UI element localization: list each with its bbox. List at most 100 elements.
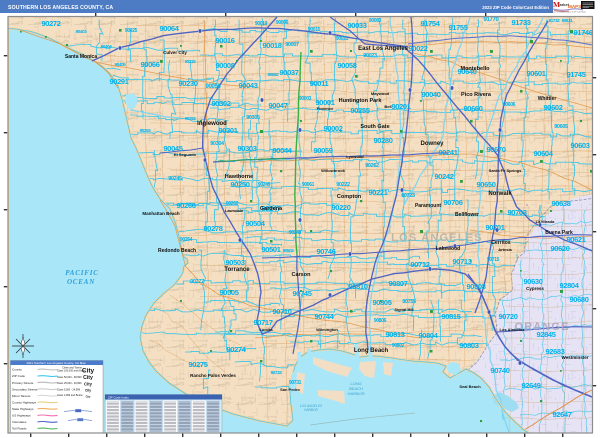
svg-text:91733: 91733	[511, 18, 530, 27]
svg-text:90255: 90255	[350, 106, 369, 115]
svg-text:SOUTHERN LOS ANGELES COUNTY, C: SOUTHERN LOS ANGELES COUNTY, CA	[8, 5, 113, 11]
svg-text:City: City	[84, 381, 93, 386]
svg-text:90745: 90745	[292, 289, 311, 298]
svg-text:Compton: Compton	[337, 194, 362, 200]
svg-text:90241: 90241	[438, 148, 457, 157]
svg-text:90230: 90230	[178, 79, 197, 88]
svg-text:County Highways: County Highways	[12, 401, 37, 405]
svg-text:90630: 90630	[523, 277, 542, 286]
svg-text:90016: 90016	[215, 36, 234, 45]
svg-text:90502: 90502	[283, 248, 295, 253]
svg-text:El Segundo: El Segundo	[174, 152, 197, 157]
svg-text:90717: 90717	[253, 318, 272, 327]
svg-text:90260: 90260	[226, 201, 239, 207]
svg-text:90003: 90003	[299, 96, 312, 102]
svg-text:Cerritos: Cerritos	[491, 240, 510, 246]
svg-text:90638: 90638	[551, 199, 570, 208]
svg-text:Seal Beach: Seal Beach	[459, 384, 481, 389]
svg-text:Lakewood: Lakewood	[436, 246, 460, 252]
svg-text:Inglewood: Inglewood	[197, 121, 227, 127]
svg-text:OCEAN: OCEAN	[67, 278, 95, 286]
svg-text:Artesia: Artesia	[498, 247, 512, 252]
svg-text:90404: 90404	[101, 44, 113, 49]
svg-text:90755: 90755	[402, 299, 416, 305]
svg-text:90703: 90703	[507, 208, 526, 217]
svg-text:Long Beach: Long Beach	[354, 348, 389, 354]
svg-text:Montebello: Montebello	[460, 66, 490, 72]
svg-text:Westminster: Westminster	[562, 355, 589, 360]
svg-text:91770: 91770	[484, 17, 500, 23]
svg-text:91746: 91746	[573, 28, 592, 37]
svg-text:90059: 90059	[313, 146, 332, 155]
svg-text:Lynwood: Lynwood	[346, 154, 364, 159]
svg-text:90631: 90631	[562, 18, 574, 23]
svg-text:90274: 90274	[226, 345, 246, 354]
svg-text:Class 25,000 - 49,999: Class 25,000 - 49,999	[57, 382, 82, 385]
svg-text:90066: 90066	[140, 60, 159, 69]
svg-text:90018: 90018	[262, 41, 281, 50]
svg-text:Hawthorne: Hawthorne	[225, 174, 253, 180]
svg-text:Toll Roads: Toll Roads	[12, 427, 27, 431]
svg-text:90815: 90815	[441, 312, 460, 321]
svg-text:90606: 90606	[503, 102, 516, 108]
svg-text:90015: 90015	[308, 27, 321, 33]
svg-text:Whittier: Whittier	[538, 96, 557, 102]
svg-text:90025: 90025	[125, 28, 138, 34]
svg-text:San Pedro: San Pedro	[280, 387, 300, 392]
svg-text:91745: 91745	[566, 70, 585, 79]
svg-text:90620: 90620	[550, 244, 569, 253]
svg-text:90805: 90805	[372, 298, 391, 307]
svg-text:State Highways: State Highways	[12, 407, 34, 411]
svg-text:91755: 91755	[448, 23, 467, 32]
svg-text:90603: 90603	[570, 141, 589, 150]
svg-text:90808: 90808	[466, 282, 485, 291]
svg-text:90006: 90006	[276, 20, 289, 26]
svg-text:90262: 90262	[365, 163, 379, 169]
svg-text:90802: 90802	[392, 343, 405, 349]
svg-text:Torrance: Torrance	[224, 267, 250, 273]
svg-text:County: County	[12, 368, 22, 372]
svg-text:90304: 90304	[210, 141, 225, 147]
svg-text:90033: 90033	[347, 21, 366, 30]
svg-text:Huntington Park: Huntington Park	[339, 98, 383, 104]
svg-text:Santa Fe Springs: Santa Fe Springs	[489, 168, 522, 173]
svg-text:Culver City: Culver City	[163, 50, 187, 55]
svg-text:90277: 90277	[190, 279, 204, 285]
svg-text:90302: 90302	[211, 99, 230, 108]
svg-text:90501: 90501	[261, 245, 280, 254]
svg-text:America's Leading Source of ZI: America's Leading Source of ZIP Code Map…	[550, 10, 586, 13]
svg-text:Minor Streets: Minor Streets	[12, 394, 31, 398]
svg-text:90803: 90803	[459, 341, 478, 350]
svg-text:Norwalk: Norwalk	[488, 191, 512, 197]
svg-text:90019: 90019	[255, 21, 268, 27]
svg-text:90305: 90305	[246, 115, 260, 121]
svg-text:Rancho Palos Verdes: Rancho Palos Verdes	[190, 373, 236, 378]
svg-text:90011: 90011	[310, 79, 329, 88]
svg-text:90403: 90403	[76, 29, 88, 34]
svg-text:90249: 90249	[258, 182, 271, 188]
svg-text:90804: 90804	[418, 331, 438, 340]
svg-text:Buena Park: Buena Park	[545, 230, 573, 236]
svg-text:90602: 90602	[543, 103, 562, 112]
svg-text:Bell: Bell	[384, 104, 391, 109]
svg-text:90301: 90301	[218, 126, 237, 135]
svg-text:Cypress: Cypress	[526, 286, 544, 291]
svg-text:90732: 90732	[271, 370, 283, 375]
svg-text:91732: 91732	[549, 18, 561, 23]
svg-text:90291: 90291	[109, 77, 128, 86]
svg-text:90810: 90810	[348, 282, 367, 291]
svg-text:90058: 90058	[337, 61, 356, 70]
svg-text:Carson: Carson	[292, 272, 312, 278]
svg-text:City: City	[86, 395, 91, 398]
svg-text:90278: 90278	[203, 224, 222, 233]
svg-text:90008: 90008	[215, 61, 234, 70]
svg-text:92804: 92804	[559, 281, 579, 290]
svg-text:90272: 90272	[41, 19, 60, 28]
svg-text:Secondary Streets: Secondary Streets	[12, 387, 38, 391]
svg-text:90222: 90222	[336, 182, 350, 188]
svg-text:90746: 90746	[316, 247, 335, 256]
svg-text:Bellflower: Bellflower	[455, 212, 479, 218]
svg-text:90002: 90002	[323, 124, 342, 133]
svg-text:90022: 90022	[408, 44, 427, 53]
svg-text:90063: 90063	[369, 18, 382, 24]
